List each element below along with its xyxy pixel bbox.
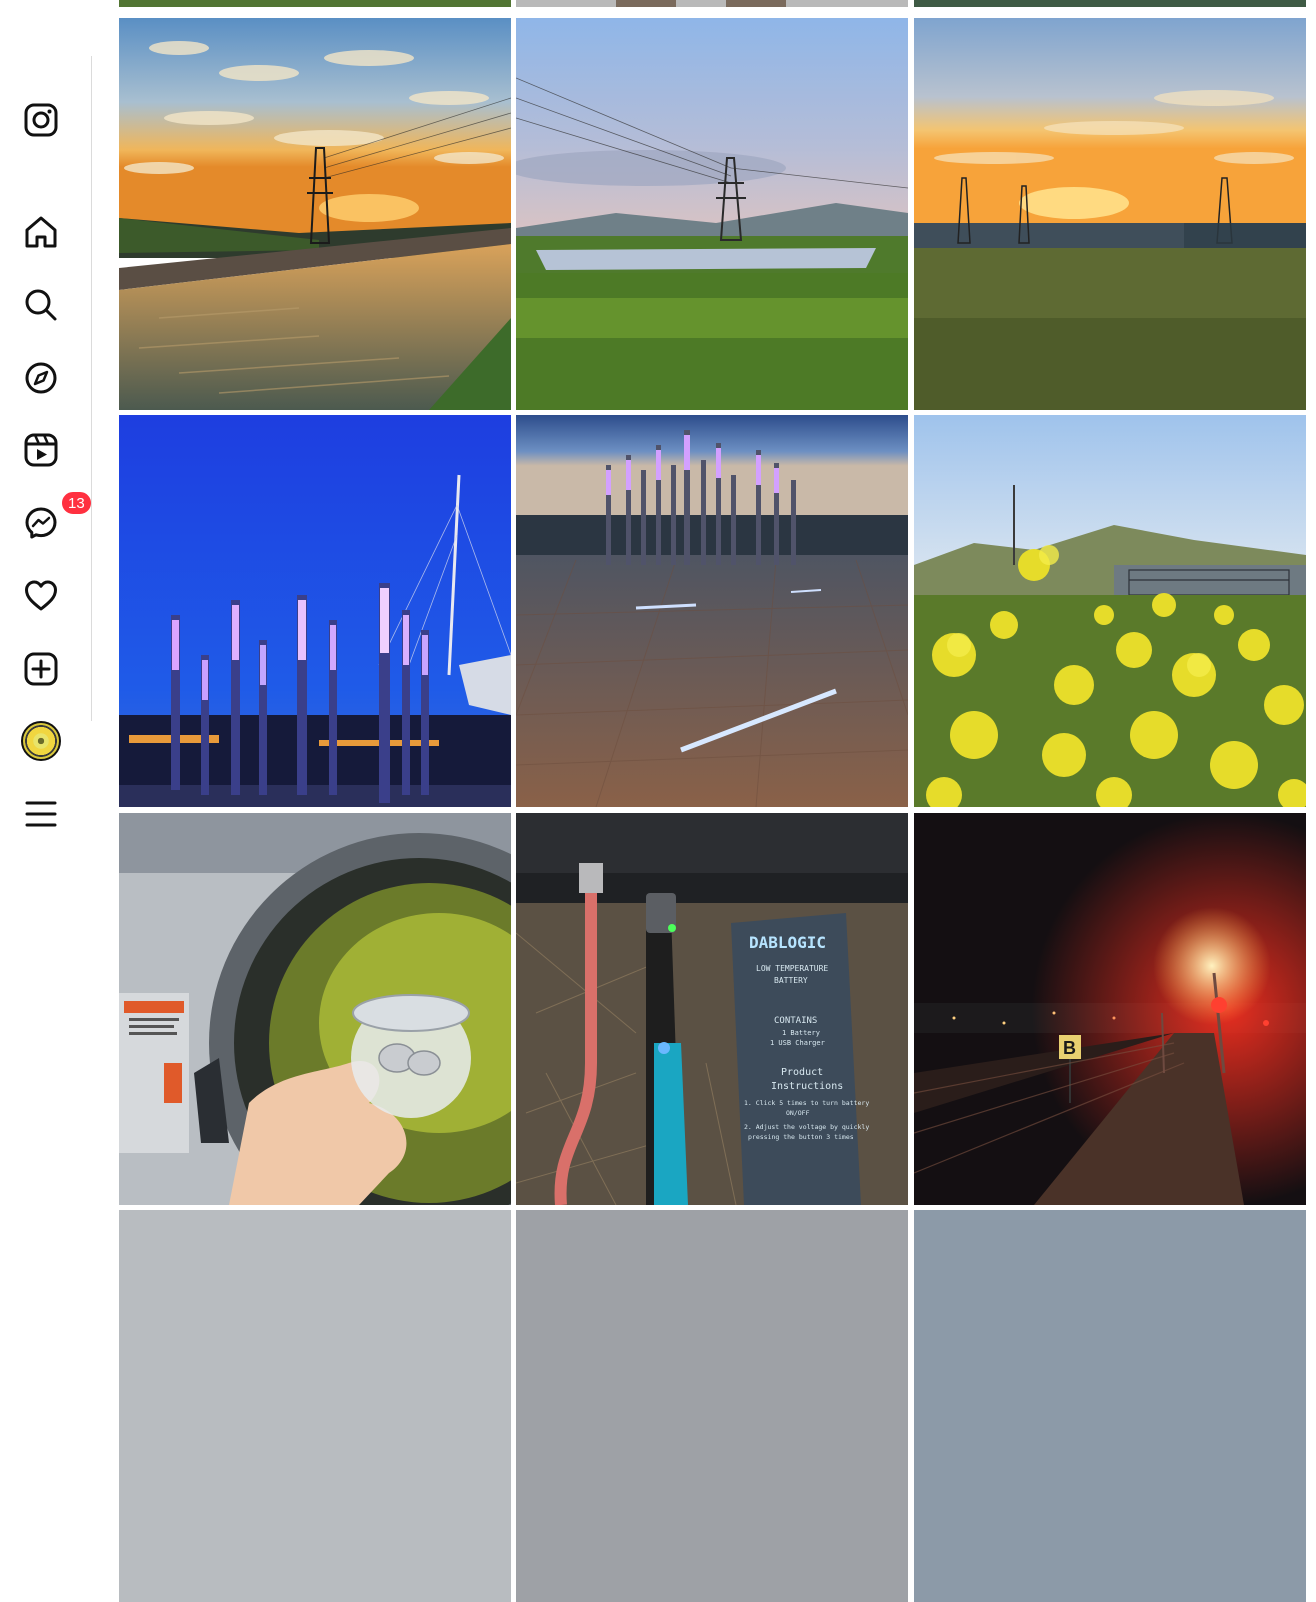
search-icon[interactable] [18,282,64,328]
box-line2: BATTERY [774,976,808,985]
compass-icon[interactable] [18,355,64,401]
plus-square-icon[interactable] [18,646,64,692]
sidebar: 13 [0,0,93,1222]
post-tile-light-poles-bridge-night[interactable] [119,415,511,807]
box-i1b: ON/OFF [786,1109,810,1117]
post-tile-laundromat-coins-jar[interactable] [119,813,511,1205]
post-tile-night-railway-platform[interactable]: B [914,813,1306,1205]
sidebar-divider [91,56,92,721]
box-line1: LOW TEMPERATURE [756,964,828,973]
home-icon[interactable] [18,209,64,255]
post-tile-yellow-mustard-flowers[interactable] [914,415,1306,807]
post-tile-partial[interactable] [914,1210,1306,1602]
box-i2b: pressing the button 3 times [748,1133,854,1141]
box-c1: 1 Battery [782,1029,820,1037]
box-contains: CONTAINS [774,1016,817,1026]
messenger-icon[interactable]: 13 [18,490,93,546]
post-tile-power-lines-wetland[interactable] [516,18,908,410]
post-tile-sunset-substation-field[interactable] [914,18,1306,410]
unread-badge: 13 [60,490,93,516]
box-c2: 1 USB Charger [770,1039,825,1047]
box-product: Product [781,1067,823,1078]
box-brand: DABLOGIC [749,933,826,952]
post-tile-vape-battery-box[interactable]: DABLOGIC LOW TEMPERATURE BATTERY CONTAIN… [516,813,908,1205]
post-tile-partial[interactable] [119,0,511,7]
box-i2: 2. Adjust the voltage by quickly [744,1123,869,1131]
platform-sign-label: B [1063,1038,1076,1058]
box-i1: 1. Click 5 times to turn battery [744,1099,869,1107]
post-tile-sunset-canal-towers[interactable] [119,18,511,410]
reels-icon[interactable] [18,427,64,473]
post-tile-partial[interactable] [516,0,908,7]
box-instructions: Instructions [771,1081,843,1092]
profile-avatar[interactable] [18,718,64,764]
post-tile-partial[interactable] [516,1210,908,1602]
avatar [21,721,61,761]
post-tile-partial[interactable] [914,0,1306,7]
instagram-logo-icon[interactable] [18,97,64,143]
hamburger-menu-icon[interactable] [18,791,64,837]
post-tile-light-poles-plaza-dusk[interactable] [516,415,908,807]
post-tile-partial[interactable] [119,1210,511,1602]
heart-icon[interactable] [18,573,64,619]
